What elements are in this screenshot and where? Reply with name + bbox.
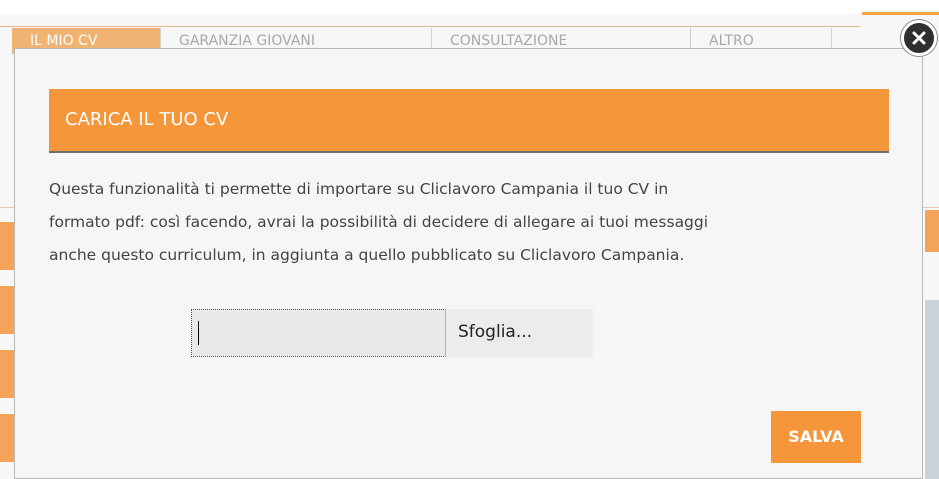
close-dialog-button[interactable] (901, 20, 937, 56)
cv-file-input[interactable]: Sfoglia... (191, 309, 593, 357)
page-side-panel (925, 300, 939, 479)
browse-button[interactable]: Sfoglia... (445, 309, 593, 357)
page-side-block (0, 222, 14, 270)
dialog-description: Questa funzionalità ti permette di impor… (49, 173, 899, 272)
page-nav-line (0, 26, 860, 27)
page-side-block (0, 414, 14, 462)
dialog-header: CARICA IL TUO CV (49, 89, 889, 151)
page-top-strip (0, 0, 939, 14)
close-icon (912, 31, 926, 45)
page-side-block (0, 286, 14, 334)
description-line: formato pdf: così facendo, avrai la poss… (49, 213, 709, 231)
upload-cv-dialog: CARICA IL TUO CV Questa funzionalità ti … (14, 48, 923, 479)
page-side-block (0, 350, 14, 398)
page-header-accent (862, 12, 939, 15)
save-button[interactable]: SALVA (771, 411, 861, 463)
dialog-title: CARICA IL TUO CV (65, 109, 229, 130)
description-line: Questa funzionalità ti permette di impor… (49, 180, 669, 198)
page-side-block (925, 210, 939, 252)
text-cursor (198, 321, 199, 345)
description-line: anche questo curriculum, in aggiunta a q… (49, 246, 685, 264)
file-path-field[interactable] (192, 310, 445, 356)
